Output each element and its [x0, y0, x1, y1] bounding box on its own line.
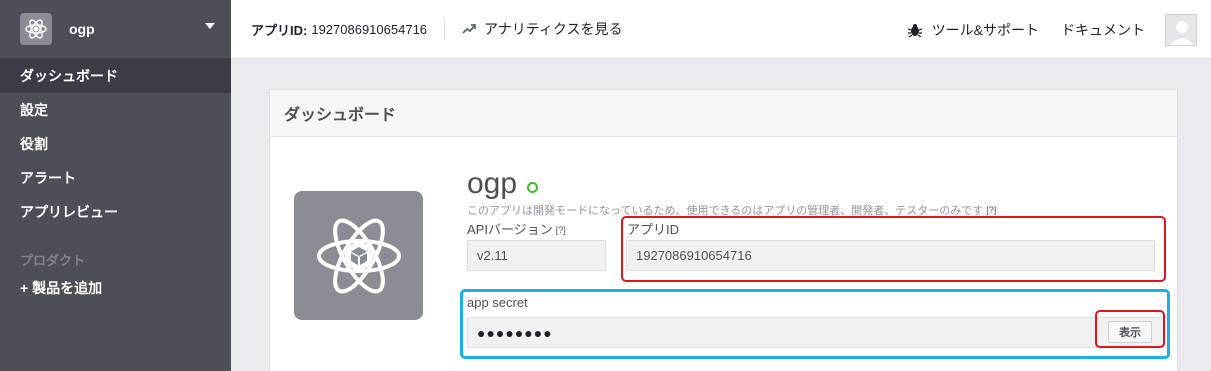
tools-label: ツール&サポート [931, 21, 1039, 38]
atom-icon [20, 13, 52, 45]
bug-icon [907, 23, 922, 37]
app-title: ogp [467, 167, 539, 201]
panel-title: ダッシュボード [270, 90, 1177, 137]
highlight-app-id [621, 216, 1166, 282]
tools-support-menu[interactable]: ツール&サポート [907, 20, 1039, 40]
help-link[interactable]: [?] [986, 205, 996, 215]
sidebar-item-roles[interactable]: 役割 [0, 127, 231, 161]
topbar: アプリID: 1927086910654716 アナリティクスを見る ツール&サ… [231, 0, 1211, 59]
sidebar: ogp ダッシュボード 設定 役割 アラート アプリレビュー プロダクト + 製… [0, 0, 231, 371]
status-indicator [527, 181, 539, 193]
sidebar-item-settings[interactable]: 設定 [0, 93, 231, 127]
sidebar-section-products: プロダクト [20, 252, 86, 268]
dashboard-panel: ダッシュボード ogp このアプリは開発モードになっているため、使用できるのはア… [269, 89, 1178, 371]
trend-arrow-icon [462, 24, 476, 34]
add-product-button[interactable]: + 製品を追加 [0, 273, 231, 303]
app-id-label: アプリID: [251, 22, 308, 38]
caret-down-icon[interactable] [205, 23, 215, 29]
sidebar-item-dashboard[interactable]: ダッシュボード [0, 59, 231, 93]
highlight-app-secret [460, 289, 1170, 359]
sidebar-item-alerts[interactable]: アラート [0, 161, 231, 195]
api-version-label: APIバージョン [467, 222, 553, 237]
atom-icon [294, 191, 423, 320]
help-link[interactable]: [?] [556, 225, 566, 235]
api-version-field[interactable]: v2.11 [467, 240, 606, 271]
app-title-text: ogp [467, 167, 518, 200]
app-switcher[interactable]: ogp [0, 0, 231, 59]
analytics-link[interactable]: アナリティクスを見る [462, 19, 623, 39]
api-version-label-group: APIバージョン [?] [467, 219, 566, 238]
sidebar-item-app-review[interactable]: アプリレビュー [0, 195, 231, 229]
divider [444, 18, 446, 40]
docs-link[interactable]: ドキュメント [1061, 20, 1145, 40]
app-id-value: 1927086910654716 [311, 21, 428, 37]
analytics-label: アナリティクスを見る [484, 21, 623, 37]
avatar[interactable] [1165, 13, 1197, 46]
app-name: ogp [69, 21, 95, 37]
